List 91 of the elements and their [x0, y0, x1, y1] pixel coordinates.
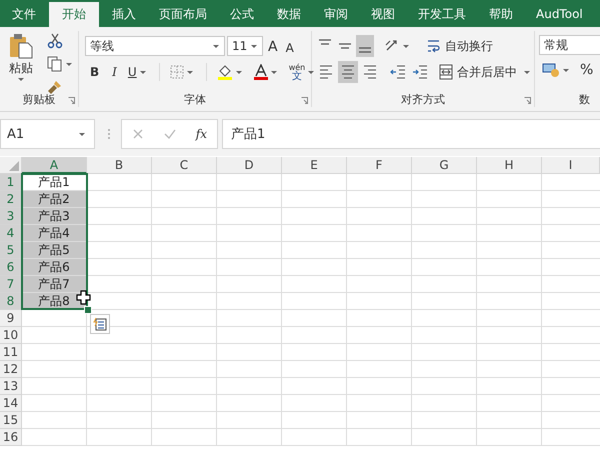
ribbon-tab[interactable]: AudTool: [526, 2, 593, 27]
row-header[interactable]: 16: [0, 429, 22, 446]
column-header[interactable]: B: [87, 157, 152, 174]
ribbon-tab[interactable]: 帮助: [479, 2, 523, 27]
paintbrush-icon: [47, 79, 63, 95]
column-header[interactable]: F: [347, 157, 412, 174]
center-align-icon: [340, 63, 356, 81]
plus-cursor-icon: [76, 290, 91, 305]
alignment-button[interactable]: [356, 35, 374, 57]
drag-handle-icon: [105, 128, 113, 140]
group-label: 剪贴板: [22, 92, 56, 106]
column-header[interactable]: E: [282, 157, 347, 174]
insert-function-button[interactable]: fx: [196, 127, 208, 141]
percent-button[interactable]: %: [577, 59, 596, 81]
copy-icon: [47, 56, 63, 72]
indent-icon: [412, 63, 428, 81]
middle-align-icon: [338, 43, 352, 49]
check-icon[interactable]: [164, 128, 176, 140]
name-box[interactable]: A1: [0, 119, 95, 149]
ribbon-tab[interactable]: 审阅: [314, 2, 358, 27]
row-header[interactable]: 10: [0, 327, 22, 344]
grow-font-button[interactable]: A: [265, 35, 281, 57]
paste-button[interactable]: 粘贴: [6, 31, 36, 83]
row-header[interactable]: 11: [0, 344, 22, 361]
row-header[interactable]: 12: [0, 361, 22, 378]
wrap-text-button[interactable]: 自动换行: [424, 35, 496, 57]
scissors-icon: [47, 33, 63, 49]
alignment-button[interactable]: [338, 61, 358, 83]
letter-color-icon: [254, 64, 268, 80]
table-cell: 产品3: [22, 208, 87, 225]
ribbon-tab[interactable]: 页面布局: [149, 2, 217, 27]
outdent-icon: [390, 63, 406, 81]
top-align-icon: [318, 39, 332, 45]
font-name-dropdown[interactable]: 等线: [85, 36, 225, 56]
group-label: 字体: [184, 92, 206, 106]
underline-button[interactable]: U: [124, 61, 152, 83]
row-header[interactable]: 6: [0, 259, 22, 276]
money-icon: [542, 62, 560, 78]
ribbon-tab[interactable]: 开始: [49, 2, 99, 27]
row-header[interactable]: 3: [0, 208, 22, 225]
dialog-launcher-icon[interactable]: [524, 97, 531, 104]
merge-center-button[interactable]: 合并后居中: [436, 61, 536, 83]
column-header[interactable]: A: [22, 157, 87, 174]
row-header[interactable]: 7: [0, 276, 22, 293]
column-header[interactable]: H: [477, 157, 542, 174]
column-header[interactable]: G: [412, 157, 477, 174]
row-header[interactable]: 8: [0, 293, 22, 310]
list-lightning-icon: [93, 317, 107, 331]
table-cell: 产品2: [22, 191, 87, 208]
column-header[interactable]: C: [152, 157, 217, 174]
number-format-dropdown[interactable]: 常规: [539, 35, 600, 55]
row-header[interactable]: 15: [0, 412, 22, 429]
table-cell: 产品6: [22, 259, 87, 276]
left-align-icon: [318, 63, 334, 81]
row-header[interactable]: 4: [0, 225, 22, 242]
phonetic-guide-button[interactable]: wén 文: [286, 61, 320, 83]
row-header[interactable]: 2: [0, 191, 22, 208]
merge-cells-icon: [439, 64, 453, 80]
fill-handle[interactable]: [84, 306, 92, 314]
row-header[interactable]: 14: [0, 395, 22, 412]
ribbon-tab[interactable]: 视图: [361, 2, 405, 27]
dialog-launcher-icon[interactable]: [68, 97, 75, 104]
font-size-dropdown[interactable]: 11: [227, 36, 263, 56]
column-header[interactable]: I: [542, 157, 600, 174]
ribbon-tab[interactable]: 开发工具: [408, 2, 476, 27]
wrap-text-icon: [427, 38, 441, 54]
row-header[interactable]: 9: [0, 310, 22, 327]
row-header[interactable]: 1: [0, 174, 22, 191]
row-header[interactable]: 5: [0, 242, 22, 259]
row-header[interactable]: 13: [0, 378, 22, 395]
group-label: 对齐方式: [401, 92, 445, 106]
ribbon-tab[interactable]: 公式: [220, 2, 264, 27]
ribbon-tab[interactable]: 数据: [267, 2, 311, 27]
dialog-launcher-icon[interactable]: [301, 97, 308, 104]
bold-button[interactable]: B: [85, 61, 104, 83]
table-cell: 产品5: [22, 242, 87, 259]
table-cell: 产品7: [22, 276, 87, 293]
ribbon-tab[interactable]: 文件: [2, 2, 46, 27]
column-header[interactable]: D: [217, 157, 282, 174]
right-align-icon: [362, 63, 378, 81]
ribbon-tab[interactable]: 插入: [102, 2, 146, 27]
bottom-align-icon: [358, 47, 372, 53]
paint-bucket-icon: [216, 64, 233, 80]
formula-field[interactable]: 产品1: [222, 119, 600, 149]
shrink-font-button[interactable]: A: [282, 35, 297, 57]
quick-analysis-button[interactable]: [90, 314, 110, 334]
clipboard-icon: [9, 33, 33, 59]
table-cell: 产品4: [22, 225, 87, 242]
group-label: 数: [579, 92, 590, 106]
borders-icon: [170, 65, 184, 79]
italic-button[interactable]: I: [107, 61, 122, 83]
